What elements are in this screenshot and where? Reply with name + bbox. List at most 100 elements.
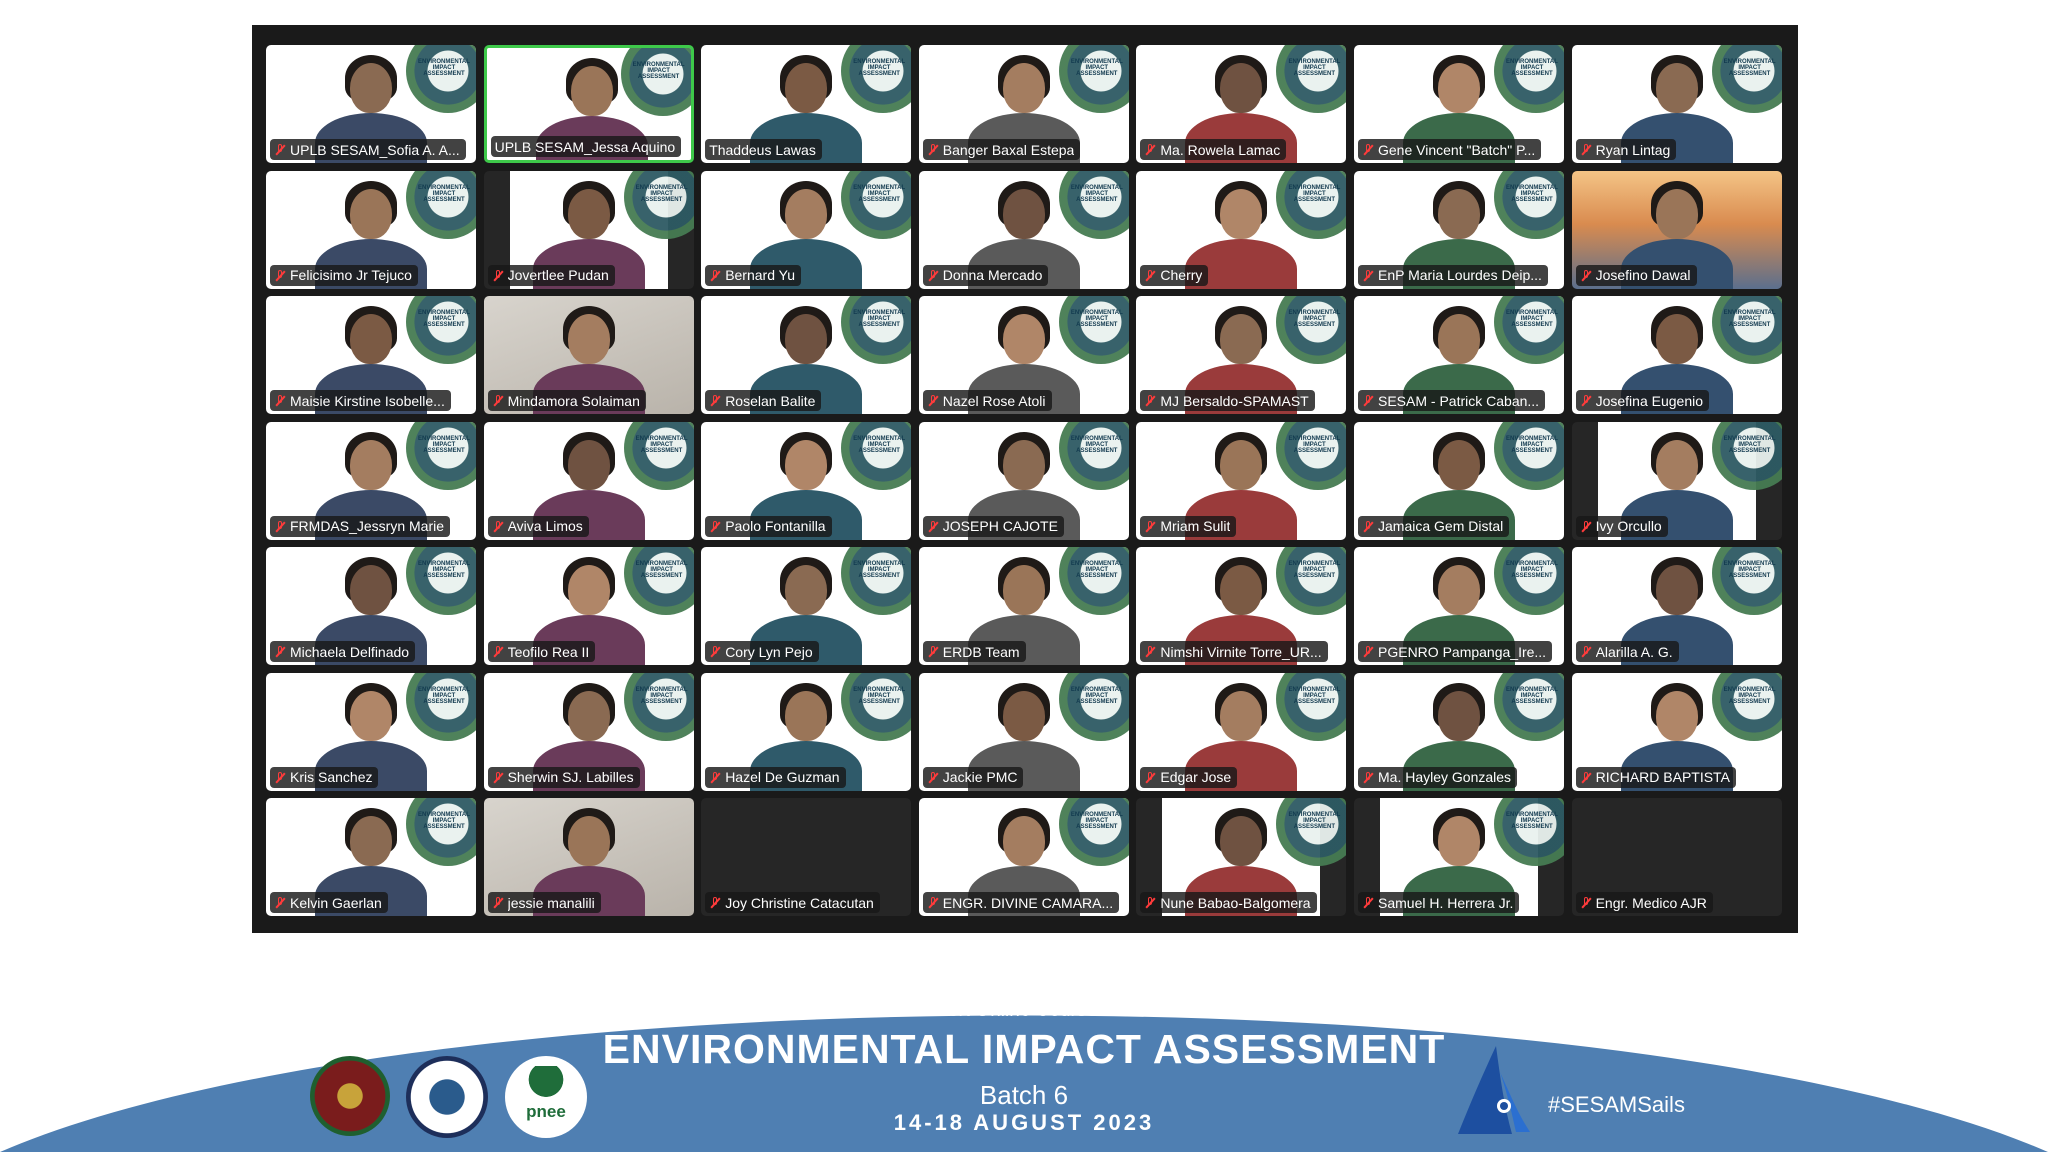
course-title: ENVIRONMENTAL IMPACT ASSESSMENT bbox=[602, 1026, 1446, 1072]
participant-tile[interactable]: ENVIRONMENTAL IMPACT ASSESSMENT Samuel H.… bbox=[1354, 798, 1564, 916]
participant-tile[interactable]: ENVIRONMENTAL IMPACT ASSESSMENT Bernard Y… bbox=[701, 170, 912, 289]
participant-tile[interactable]: ENVIRONMENTAL IMPACT ASSESSMENT Thaddeus … bbox=[701, 45, 912, 163]
participant-name: Edgar Jose bbox=[1160, 769, 1232, 785]
participant-tile[interactable]: ENVIRONMENTAL IMPACT ASSESSMENT Michaela … bbox=[266, 547, 476, 665]
participant-tile[interactable]: ENVIRONMENTAL IMPACT ASSESSMENT Cory Lyn … bbox=[701, 547, 912, 665]
participant-tile[interactable]: ENVIRONMENTAL IMPACT ASSESSMENT Felicisim… bbox=[266, 170, 476, 289]
participant-name-label: SESAM - Patrick Caban... bbox=[1358, 390, 1546, 411]
participant-tile[interactable]: ENVIRONMENTAL IMPACT ASSESSMENT Banger Ba… bbox=[918, 45, 1129, 163]
participant-name-label: Ma. Rowela Lamac bbox=[1140, 139, 1287, 160]
eia-background-emblem-icon bbox=[841, 296, 912, 364]
participant-tile[interactable]: ENVIRONMENTAL IMPACT ASSESSMENT MJ Bersal… bbox=[1136, 296, 1347, 414]
participant-tile[interactable]: ENVIRONMENTAL IMPACT ASSESSMENT Ryan Lint… bbox=[1571, 45, 1782, 163]
participant-name-label: Cory Lyn Pejo bbox=[705, 641, 819, 662]
participant-tile[interactable]: ENVIRONMENTAL IMPACT ASSESSMENT Ma. Rowel… bbox=[1136, 45, 1347, 163]
participant-tile[interactable]: ENVIRONMENTAL IMPACT ASSESSMENT SESAM - P… bbox=[1354, 296, 1564, 414]
mic-muted-icon bbox=[927, 394, 939, 407]
eia-background-emblem-icon bbox=[1494, 421, 1564, 490]
participant-tile[interactable]: ENVIRONMENTAL IMPACT ASSESSMENT Gene Vinc… bbox=[1354, 45, 1564, 163]
participant-name: Mindamora Solaiman bbox=[507, 392, 640, 409]
mic-muted-icon bbox=[1144, 394, 1156, 407]
participant-tile[interactable]: ENVIRONMENTAL IMPACT ASSESSMENT Kris Sanc… bbox=[266, 672, 476, 791]
participant-name: Cherry bbox=[1160, 267, 1203, 283]
participant-tile[interactable]: ENVIRONMENTAL IMPACT ASSESSMENT Aviva Lim… bbox=[483, 421, 694, 540]
background-text: ENVIRONMENTAL IMPACT ASSESSMENT bbox=[1288, 310, 1341, 328]
eia-background-emblem-icon bbox=[406, 798, 476, 866]
eia-background-emblem-icon bbox=[623, 421, 694, 490]
participant-tile[interactable]: ENVIRONMENTAL IMPACT ASSESSMENT Sherwin S… bbox=[483, 672, 694, 791]
participant-tile[interactable]: Joy Christine Catacutan bbox=[701, 798, 912, 916]
participant-tile[interactable]: ENVIRONMENTAL IMPACT ASSESSMENT Roselan B… bbox=[701, 296, 912, 414]
participant-tile[interactable]: Josefino Dawal bbox=[1571, 170, 1782, 289]
mic-muted-icon bbox=[492, 520, 504, 533]
participant-tile[interactable]: ENVIRONMENTAL IMPACT ASSESSMENT Edgar Jos… bbox=[1136, 672, 1347, 791]
participant-tile[interactable]: ENVIRONMENTAL IMPACT ASSESSMENT UPLB SESA… bbox=[266, 45, 476, 163]
participant-tile[interactable]: ENVIRONMENTAL IMPACT ASSESSMENT Josefina … bbox=[1571, 296, 1782, 414]
background-text: ENVIRONMENTAL IMPACT ASSESSMENT bbox=[1070, 435, 1123, 454]
participant-tile[interactable]: ENVIRONMENTAL IMPACT ASSESSMENT JOSEPH CA… bbox=[918, 421, 1129, 540]
participant-tile[interactable]: ENVIRONMENTAL IMPACT ASSESSMENT Maisie Ki… bbox=[266, 296, 476, 414]
eia-background-emblem-icon bbox=[841, 170, 912, 239]
participant-tile[interactable]: ENVIRONMENTAL IMPACT ASSESSMENT Nazel Ros… bbox=[918, 296, 1129, 414]
participant-tile[interactable]: ENVIRONMENTAL IMPACT ASSESSMENT Jamaica G… bbox=[1354, 421, 1564, 540]
participant-tile[interactable]: ENVIRONMENTAL IMPACT ASSESSMENT ENGR. DIV… bbox=[918, 798, 1129, 916]
participant-tile[interactable]: ENVIRONMENTAL IMPACT ASSESSMENT Jackie PM… bbox=[918, 672, 1129, 791]
background-text: ENVIRONMENTAL IMPACT ASSESSMENT bbox=[635, 435, 688, 454]
mic-muted-icon bbox=[1144, 520, 1156, 533]
participant-name: Mriam Sulit bbox=[1160, 518, 1231, 534]
up-seal-icon bbox=[310, 1056, 390, 1136]
mic-muted-icon bbox=[492, 269, 504, 282]
mic-muted-icon bbox=[1144, 771, 1156, 784]
eia-background-emblem-icon bbox=[1058, 547, 1129, 615]
eia-background-emblem-icon bbox=[406, 170, 476, 239]
participant-tile[interactable]: ENVIRONMENTAL IMPACT ASSESSMENT EnP Maria… bbox=[1354, 170, 1564, 289]
participant-name: RICHARD BAPTISTA bbox=[1595, 769, 1730, 785]
eia-background-emblem-icon bbox=[1058, 798, 1129, 866]
eia-background-emblem-icon bbox=[1711, 296, 1782, 364]
participant-tile[interactable]: ENVIRONMENTAL IMPACT ASSESSMENT Jovertlee… bbox=[483, 170, 694, 289]
eia-background-emblem-icon bbox=[1276, 421, 1347, 490]
mic-muted-icon bbox=[1362, 394, 1374, 407]
participant-tile[interactable]: ENVIRONMENTAL IMPACT ASSESSMENT UPLB SESA… bbox=[483, 45, 694, 163]
participant-name-label: Edgar Jose bbox=[1140, 766, 1238, 788]
participant-tile[interactable]: ENVIRONMENTAL IMPACT ASSESSMENT Nune Baba… bbox=[1136, 798, 1347, 916]
participant-tile[interactable]: ENVIRONMENTAL IMPACT ASSESSMENT Ivy Orcul… bbox=[1571, 421, 1782, 540]
participant-tile[interactable]: ENVIRONMENTAL IMPACT ASSESSMENT Ma. Hayle… bbox=[1354, 672, 1564, 791]
eia-background-emblem-icon bbox=[406, 45, 476, 113]
participant-tile[interactable]: ENVIRONMENTAL IMPACT ASSESSMENT Kelvin Ga… bbox=[266, 798, 476, 916]
mic-muted-icon bbox=[927, 143, 939, 156]
participant-tile[interactable]: ENVIRONMENTAL IMPACT ASSESSMENT ERDB Team bbox=[918, 547, 1129, 665]
background-text: ENVIRONMENTAL IMPACT ASSESSMENT bbox=[632, 62, 685, 80]
participant-tile[interactable]: ENVIRONMENTAL IMPACT ASSESSMENT Mriam Sul… bbox=[1136, 421, 1347, 540]
participant-name: FRMDAS_Jessryn Marie bbox=[290, 518, 445, 534]
background-text: ENVIRONMENTAL IMPACT ASSESSMENT bbox=[1070, 686, 1123, 705]
participant-tile[interactable]: Engr. Medico AJR bbox=[1571, 798, 1782, 916]
participant-name: PGENRO Pampanga_Ire... bbox=[1378, 643, 1547, 660]
participant-name-label: Cherry bbox=[1140, 264, 1209, 286]
participant-tile[interactable]: ENVIRONMENTAL IMPACT ASSESSMENT Teofilo R… bbox=[483, 547, 694, 665]
participant-name: Michaela Delfinado bbox=[290, 643, 410, 660]
participant-tile[interactable]: jessie manalili bbox=[483, 798, 694, 916]
background-text: ENVIRONMENTAL IMPACT ASSESSMENT bbox=[1288, 184, 1341, 203]
participant-tile[interactable]: ENVIRONMENTAL IMPACT ASSESSMENT Paolo Fon… bbox=[701, 421, 912, 540]
participant-tile[interactable]: ENVIRONMENTAL IMPACT ASSESSMENT PGENRO Pa… bbox=[1354, 547, 1564, 665]
background-text: ENVIRONMENTAL IMPACT ASSESSMENT bbox=[853, 184, 906, 203]
participant-tile[interactable]: ENVIRONMENTAL IMPACT ASSESSMENT FRMDAS_Je… bbox=[266, 421, 476, 540]
background-text: ENVIRONMENTAL IMPACT ASSESSMENT bbox=[1723, 561, 1776, 579]
participant-tile[interactable]: Mindamora Solaiman bbox=[483, 296, 694, 414]
participant-name-label: Ivy Orcullo bbox=[1575, 515, 1668, 537]
eia-background-emblem-icon bbox=[1276, 45, 1347, 113]
participant-tile[interactable]: ENVIRONMENTAL IMPACT ASSESSMENT Cherry bbox=[1136, 170, 1347, 289]
background-text: ENVIRONMENTAL IMPACT ASSESSMENT bbox=[418, 310, 470, 328]
participant-tile[interactable]: ENVIRONMENTAL IMPACT ASSESSMENT Hazel De … bbox=[701, 672, 912, 791]
participant-name-label: Nazel Rose Atoli bbox=[922, 390, 1052, 411]
background-text: ENVIRONMENTAL IMPACT ASSESSMENT bbox=[1723, 59, 1776, 77]
course-batch: Batch 6 bbox=[979, 1080, 1069, 1110]
participant-tile[interactable]: ENVIRONMENTAL IMPACT ASSESSMENT Donna Mer… bbox=[918, 170, 1129, 289]
eia-background-emblem-icon bbox=[1494, 672, 1564, 741]
eia-background-emblem-icon bbox=[1276, 170, 1347, 239]
participant-tile[interactable]: ENVIRONMENTAL IMPACT ASSESSMENT Alarilla … bbox=[1571, 547, 1782, 665]
participant-tile[interactable]: ENVIRONMENTAL IMPACT ASSESSMENT Nimshi Vi… bbox=[1136, 547, 1347, 665]
eia-background-emblem-icon bbox=[1494, 547, 1564, 615]
participant-tile[interactable]: ENVIRONMENTAL IMPACT ASSESSMENT RICHARD B… bbox=[1571, 672, 1782, 791]
